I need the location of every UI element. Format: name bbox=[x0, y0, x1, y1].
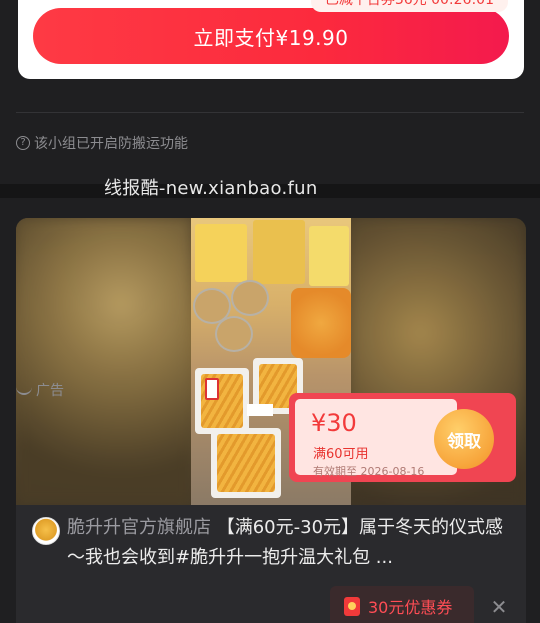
coupon-condition: 满60可用 bbox=[313, 447, 369, 462]
coupon-body: ¥30 满60可用 有效期至 2026-08-16 bbox=[295, 399, 457, 478]
arrow-sticker bbox=[205, 378, 219, 400]
snack-box bbox=[195, 224, 247, 282]
page: 立即支付¥19.90 已减平台券36元·00:26:01 ? 该小组已开启防搬运… bbox=[0, 0, 540, 623]
coupon-expiry: 有效期至 2026-08-16 bbox=[313, 465, 425, 478]
snack-box bbox=[253, 220, 305, 284]
chip-bowl bbox=[231, 280, 269, 316]
label-card bbox=[247, 404, 273, 416]
claim-coupon-button[interactable]: 领取 bbox=[434, 409, 494, 469]
payment-card: 立即支付¥19.90 已减平台券36元·00:26:01 bbox=[18, 0, 524, 79]
divider bbox=[16, 112, 524, 113]
pay-now-button[interactable]: 立即支付¥19.90 bbox=[33, 8, 509, 64]
coupon-amount: ¥30 bbox=[311, 409, 357, 437]
anti-repost-notice: ? 该小组已开启防搬运功能 bbox=[16, 133, 188, 153]
fries bbox=[217, 434, 275, 492]
voucher-button-label: 30元优惠券 bbox=[368, 598, 453, 617]
help-circle-icon: ? bbox=[16, 136, 30, 150]
chips-pile bbox=[291, 288, 351, 358]
ad-info: 脆升升官方旗舰店 【满60元-30元】属于冬天的仪式感～我也会收到#脆升升一抱升… bbox=[16, 505, 526, 568]
ad-label-text: 广告 bbox=[36, 383, 64, 399]
snack-box bbox=[309, 226, 349, 286]
ad-media[interactable]: ¥30 满60可用 有效期至 2026-08-16 领取 bbox=[16, 218, 526, 505]
shop-name[interactable]: 脆升升官方旗舰店 bbox=[67, 517, 211, 538]
watermark-text: 线报酷-new.xianbao.fun bbox=[104, 178, 318, 199]
ad-title[interactable]: 脆升升官方旗舰店 【满60元-30元】属于冬天的仪式感～我也会收到#脆升升一抱升… bbox=[67, 513, 512, 573]
coupon-overlay[interactable]: ¥30 满60可用 有效期至 2026-08-16 领取 bbox=[289, 393, 516, 482]
media-blur-left bbox=[16, 218, 191, 505]
pay-now-label: 立即支付¥19.90 bbox=[193, 25, 349, 50]
shop-avatar[interactable] bbox=[32, 517, 60, 545]
ad-card[interactable]: ¥30 满60可用 有效期至 2026-08-16 领取 脆升升官方旗舰店 【满… bbox=[16, 218, 526, 623]
voucher-button[interactable]: 30元优惠券 bbox=[330, 586, 474, 623]
signal-icon bbox=[16, 385, 32, 395]
savings-countdown-tag: 已减平台券36元·00:26:01 bbox=[310, 0, 508, 12]
ad-label: 广告 bbox=[16, 380, 64, 400]
coupon-icon bbox=[344, 596, 360, 616]
notice-text: 该小组已开启防搬运功能 bbox=[34, 136, 188, 152]
close-icon[interactable]: ✕ bbox=[488, 596, 510, 618]
chip-bowl bbox=[215, 316, 253, 352]
